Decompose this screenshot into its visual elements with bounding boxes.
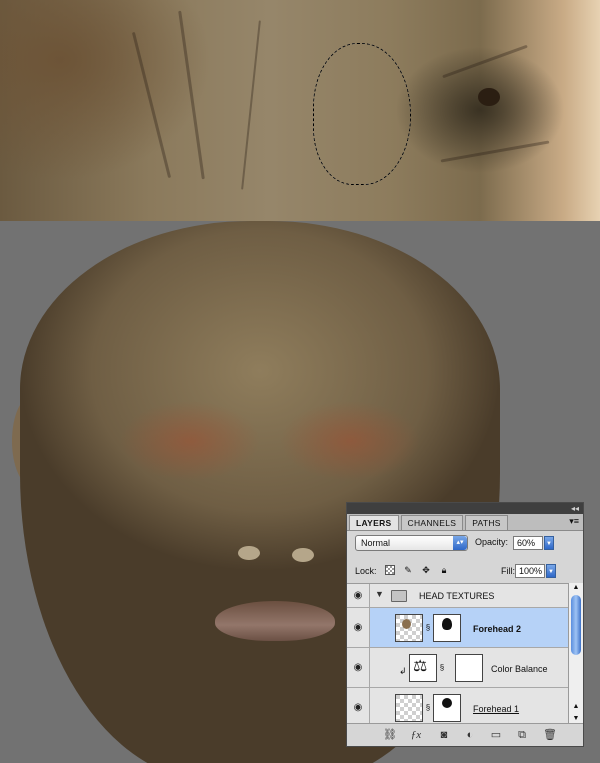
mask-icon[interactable]: ◙ xyxy=(437,729,451,741)
wrinkle xyxy=(440,140,550,163)
balance-scale-icon: ⚖ xyxy=(413,658,428,675)
link-chain-icon[interactable]: § xyxy=(425,614,431,642)
lock-transparency-icon[interactable] xyxy=(385,565,395,575)
scrollbar-thumb[interactable] xyxy=(571,595,581,655)
layers-list: ◉ ▼ HEAD TEXTURES ◉ § Forehead 2 ◉ ↲ ⚖ §… xyxy=(347,583,568,725)
clipping-arrow-icon: ↲ xyxy=(399,666,407,676)
layer-mask-thumbnail[interactable] xyxy=(455,654,483,682)
tab-layers[interactable]: LAYERS xyxy=(349,515,399,530)
collapse-icon[interactable]: ◂◂ xyxy=(571,503,579,514)
group-folder-icon[interactable]: ▭ xyxy=(489,729,503,741)
layer-row-color-balance[interactable]: ◉ ↲ ⚖ § Color Balance xyxy=(347,648,568,688)
layer-name: Forehead 2 xyxy=(473,624,522,634)
scroll-up-icon[interactable]: ▲ xyxy=(571,703,581,710)
lock-position-icon[interactable]: ✥ xyxy=(421,565,431,575)
layer-thumbnail[interactable] xyxy=(395,614,423,642)
right-nostril xyxy=(292,548,314,562)
layer-row-forehead-2[interactable]: ◉ § Forehead 2 xyxy=(347,608,568,648)
elephant-photo xyxy=(0,0,600,221)
opacity-slider-button[interactable]: ▼ xyxy=(544,536,554,550)
layer-mask-thumbnail[interactable] xyxy=(433,614,461,642)
marquee-selection[interactable] xyxy=(313,43,411,185)
trash-icon[interactable]: 🗑︎ xyxy=(543,729,557,741)
visibility-eye-icon[interactable]: ◉ xyxy=(350,701,366,715)
wrinkle xyxy=(442,44,528,79)
wrinkle xyxy=(131,31,172,179)
fill-slider-button[interactable]: ▼ xyxy=(546,564,556,578)
link-chain-icon[interactable]: § xyxy=(425,694,431,722)
blend-mode-select[interactable]: Normal ▴▾ xyxy=(355,535,468,551)
panel-menu-icon[interactable]: ▾≡ xyxy=(569,516,579,527)
left-nostril xyxy=(238,546,260,560)
opacity-field[interactable]: 60% xyxy=(513,536,543,550)
layers-scrollbar[interactable]: ▲ ▲ ▼ xyxy=(568,583,583,724)
visibility-eye-icon[interactable]: ◉ xyxy=(350,589,366,603)
mask-shape-icon xyxy=(442,698,452,708)
layers-footer-toolbar: ⛓ ƒx ◙ ◐ ▭ ⧉ 🗑︎ xyxy=(347,723,583,746)
fill-field[interactable]: 100% xyxy=(515,564,545,578)
link-icon[interactable]: ⛓ xyxy=(383,729,397,741)
link-chain-icon[interactable]: § xyxy=(439,654,445,682)
wrinkle xyxy=(178,10,205,180)
scroll-down-icon[interactable]: ▼ xyxy=(571,715,581,722)
layers-panel: ◂◂ LAYERS CHANNELS PATHS ▾≡ Normal ▴▾ Op… xyxy=(346,502,584,747)
mouth xyxy=(215,601,335,641)
fill-label: Fill: xyxy=(501,566,515,576)
new-layer-icon[interactable]: ⧉ xyxy=(515,729,529,741)
elephant-eye xyxy=(478,88,500,106)
layer-mask-thumbnail[interactable] xyxy=(433,694,461,722)
lock-all-icon[interactable]: 🔒︎ xyxy=(439,565,449,575)
layer-name: Forehead 1 xyxy=(473,704,520,714)
blend-opacity-row: Normal ▴▾ Opacity: 60% ▼ xyxy=(355,535,575,553)
wrinkle xyxy=(241,20,261,190)
adjustment-thumbnail[interactable]: ⚖ xyxy=(409,654,437,682)
mask-shape-icon xyxy=(442,618,452,630)
lock-pixels-icon[interactable]: ✎ xyxy=(403,565,413,575)
blend-mode-value: Normal xyxy=(361,538,391,548)
fx-icon[interactable]: ƒx xyxy=(409,729,423,741)
layer-name: HEAD TEXTURES xyxy=(419,591,495,601)
panel-tabs: LAYERS CHANNELS PATHS ▾≡ xyxy=(347,514,583,531)
scroll-up-icon[interactable]: ▲ xyxy=(571,584,581,591)
disclosure-triangle-icon[interactable]: ▼ xyxy=(375,589,384,599)
adjustment-icon[interactable]: ◐ xyxy=(463,729,477,741)
chevron-updown-icon: ▴▾ xyxy=(453,536,467,550)
lock-label: Lock: xyxy=(355,566,377,576)
layer-thumbnail[interactable] xyxy=(395,694,423,722)
tab-paths[interactable]: PATHS xyxy=(465,515,508,530)
folder-icon xyxy=(391,590,407,602)
tab-channels[interactable]: CHANNELS xyxy=(400,515,464,530)
layer-row-forehead-1[interactable]: ◉ § Forehead 1 xyxy=(347,688,568,725)
opacity-label: Opacity: xyxy=(475,537,509,547)
layer-name: Color Balance xyxy=(491,664,548,674)
visibility-eye-icon[interactable]: ◉ xyxy=(350,621,366,635)
visibility-eye-icon[interactable]: ◉ xyxy=(350,661,366,675)
lock-fill-row: Lock: ✎ ✥ 🔒︎ Fill: 100% ▼ xyxy=(351,563,575,579)
layer-row-head-textures[interactable]: ◉ ▼ HEAD TEXTURES xyxy=(347,584,568,608)
panel-titlebar[interactable]: ◂◂ xyxy=(347,503,583,514)
texture-patch-icon xyxy=(402,619,411,629)
